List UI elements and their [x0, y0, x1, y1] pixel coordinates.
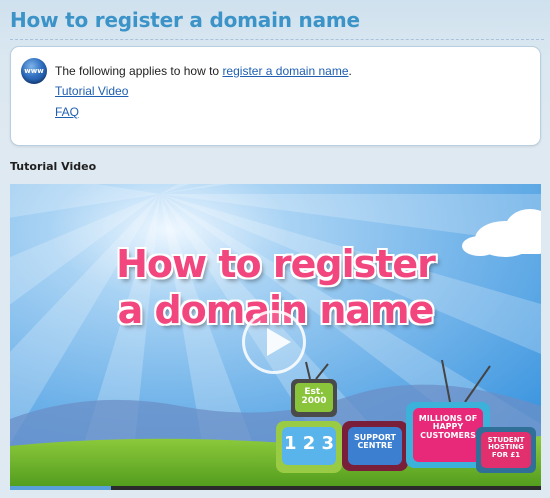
tv-est-label: Est. 2000 [301, 387, 327, 407]
video-player[interactable]: How to register a domain name Est. 2000 … [10, 184, 541, 490]
play-icon [267, 328, 291, 356]
section-heading: Tutorial Video [10, 160, 97, 173]
video-progress-bar[interactable] [10, 486, 541, 490]
www-globe-icon: www [21, 58, 47, 84]
tv-millions-label: MILLIONS OF HAPPY CUSTOMERS [418, 414, 478, 440]
faq-link[interactable]: FAQ [55, 105, 79, 119]
intro-prefix: The following applies to how to [55, 64, 223, 78]
intro-text: The following applies to how to register… [55, 64, 352, 78]
info-box: www The following applies to how to regi… [10, 46, 541, 146]
tv-123-label: 1 2 3 [283, 433, 335, 454]
title-divider [10, 39, 544, 40]
intro-suffix: . [348, 64, 352, 78]
register-domain-link[interactable]: register a domain name [222, 64, 348, 78]
tv-student-label: STUDENT HOSTING FOR £1 [487, 436, 525, 459]
page-title: How to register a domain name [10, 8, 360, 32]
tutorial-video-link[interactable]: Tutorial Video [55, 84, 128, 98]
video-title-line-1: How to register [116, 242, 436, 286]
play-button[interactable] [242, 310, 306, 374]
tv-support-label: SUPPORT CENTRE [353, 433, 397, 451]
video-progress-fill [10, 486, 111, 490]
